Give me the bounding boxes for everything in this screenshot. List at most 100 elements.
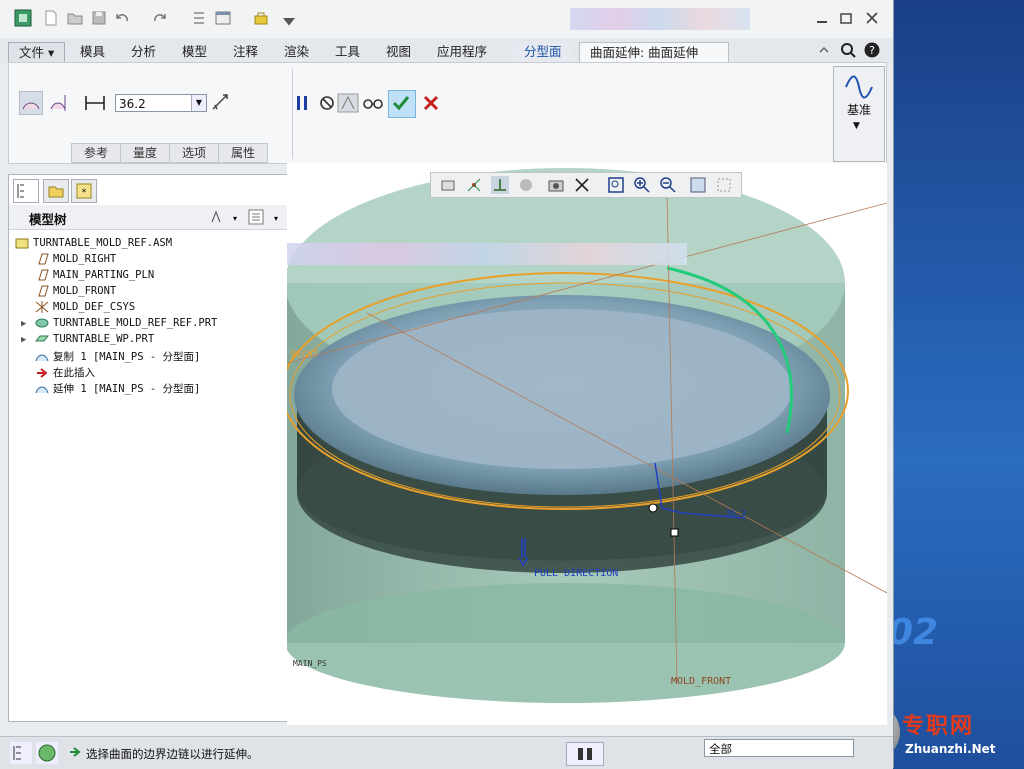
tree-item-extend-1[interactable]: 延伸 1 [MAIN_PS - 分型面]	[35, 381, 200, 397]
datum-plane-icon	[35, 253, 49, 265]
show-browser-icon[interactable]	[36, 742, 58, 764]
display-style-icon[interactable]	[573, 176, 591, 194]
surface-icon	[35, 383, 49, 395]
tab-file[interactable]: 文件 ▾	[8, 42, 66, 64]
ribbon-panel: 36.2 ▼ 参考 量度 选项 属性	[8, 62, 887, 164]
repaint-icon[interactable]	[689, 176, 707, 194]
dimension-label[interactable]: 36.2	[725, 509, 747, 519]
datum-display-icon[interactable]	[465, 176, 483, 194]
find-icon[interactable]	[566, 742, 604, 766]
tab-mold[interactable]: 模具	[70, 42, 115, 62]
view-manager-icon[interactable]	[439, 176, 457, 194]
open-file-icon[interactable]	[66, 9, 84, 27]
flip-direction-icon[interactable]	[209, 91, 233, 115]
zoom-fit-icon[interactable]	[607, 176, 625, 194]
tree-settings-icon[interactable]: ▾	[209, 208, 239, 226]
search-icon[interactable]	[840, 42, 856, 58]
close-icon[interactable]	[864, 10, 880, 26]
distance-dropdown-icon: ▼	[191, 95, 206, 111]
cancel-button[interactable]	[419, 91, 443, 115]
surface-extend-same-icon[interactable]	[18, 90, 44, 116]
view-toolbar	[430, 172, 742, 198]
tab-view[interactable]: 视图	[376, 42, 421, 62]
expand-icon[interactable]: ▶	[21, 335, 26, 345]
collapse-ribbon-icon[interactable]	[816, 42, 832, 58]
pause-icon[interactable]	[290, 91, 314, 115]
watermark-text: 专职网	[902, 714, 975, 739]
tree-item-copy-1[interactable]: 复制 1 [MAIN_PS - 分型面]	[35, 349, 200, 365]
distance-input[interactable]: 36.2 ▼	[115, 94, 207, 112]
regenerate-icon[interactable]	[190, 9, 208, 27]
help-icon[interactable]: ?	[864, 42, 880, 58]
datum-panel-button[interactable]: 基准 ▼	[833, 66, 885, 162]
tab-surface-extend[interactable]: 曲面延伸: 曲面延伸	[579, 42, 729, 63]
graphics-viewport[interactable]: PULL DIRECTION MOLD_FRONT RIGHT 36.2 MAI…	[287, 163, 887, 725]
customize-toolbar-icon[interactable]	[280, 12, 295, 26]
tree-item-assembly[interactable]: TURNTABLE_MOLD_REF.ASM	[15, 237, 172, 253]
tab-applications[interactable]: 应用程序	[427, 42, 497, 62]
show-navigator-icon[interactable]	[10, 742, 32, 764]
workpiece-icon	[34, 333, 50, 345]
subtab-properties[interactable]: 属性	[218, 143, 268, 163]
datum-plane-icon	[35, 285, 49, 297]
datum-curve-icon	[844, 73, 874, 99]
zoom-out-icon[interactable]	[659, 176, 677, 194]
model-tree-title: 模型树	[29, 212, 67, 227]
tree-item-ref-part[interactable]: ▶ TURNTABLE_MOLD_REF_REF.PRT	[21, 317, 217, 333]
tab-model[interactable]: 模型	[172, 42, 217, 62]
watermark-url: Zhuanzhi.Net	[905, 742, 996, 756]
svg-text:▾: ▾	[233, 214, 237, 223]
svg-text:▾: ▾	[274, 214, 278, 223]
restore-icon[interactable]	[838, 10, 854, 26]
tab-favorites[interactable]: *	[71, 179, 97, 203]
saved-views-icon[interactable]	[547, 176, 565, 194]
subtab-references[interactable]: 参考	[71, 143, 121, 163]
tab-annotate[interactable]: 注释	[223, 42, 268, 62]
tab-parting-surface[interactable]: 分型面	[514, 42, 572, 62]
preview-icon[interactable]	[336, 91, 360, 115]
redo-icon[interactable]	[150, 9, 168, 27]
tab-tools[interactable]: 工具	[325, 42, 370, 62]
insert-here-arrow-icon	[35, 367, 49, 379]
tab-model-tree[interactable]	[13, 179, 39, 203]
surface-extend-to-plane-icon[interactable]	[47, 91, 71, 115]
selection-filter[interactable]: 全部	[704, 739, 854, 757]
surface-tag-label: MAIN_PS	[293, 659, 327, 668]
datum-dropdown-icon: ▼	[853, 121, 860, 131]
tab-render[interactable]: 渲染	[274, 42, 319, 62]
svg-text:*: *	[82, 188, 87, 198]
subtab-options[interactable]: 选项	[169, 143, 219, 163]
undo-icon[interactable]	[114, 9, 132, 27]
tree-item-main-parting-pln[interactable]: MAIN_PARTING_PLN	[35, 269, 154, 285]
tab-analysis[interactable]: 分析	[121, 42, 166, 62]
mold-front-label: MOLD_FRONT	[671, 676, 732, 687]
tree-item-mold-def-csys[interactable]: MOLD_DEF_CSYS	[35, 301, 135, 317]
tree-item-mold-right[interactable]: MOLD_RIGHT	[35, 253, 116, 269]
tree-item-workpiece[interactable]: ▶ TURNTABLE_WP.PRT	[21, 333, 154, 349]
tab-folder-browser[interactable]	[43, 179, 69, 203]
verify-glasses-icon[interactable]	[361, 91, 385, 115]
expand-icon[interactable]: ▶	[21, 319, 26, 329]
tree-item-insert-here[interactable]: 在此插入	[35, 365, 95, 381]
layer-visibility-icon[interactable]	[715, 176, 733, 194]
close-window-icon[interactable]	[252, 9, 270, 27]
ok-button[interactable]	[388, 90, 416, 118]
zoom-in-icon[interactable]	[633, 176, 651, 194]
windows-icon[interactable]	[214, 9, 232, 27]
ribbon-tabs: 文件 ▾ 模具 分析 模型 注释 渲染 工具 视图 应用程序 分型面 曲面延伸:…	[0, 38, 893, 64]
new-file-icon[interactable]	[42, 9, 60, 27]
show-tree-columns-icon[interactable]: ▾	[247, 208, 281, 226]
redacted-title	[570, 8, 750, 30]
spin-center-icon[interactable]	[491, 176, 509, 194]
annotation-display-icon[interactable]	[517, 176, 535, 194]
save-icon[interactable]	[90, 9, 108, 27]
tree-item-mold-front[interactable]: MOLD_FRONT	[35, 285, 116, 301]
model-tree-header: 模型树 ▾ ▾	[9, 205, 287, 230]
minimize-icon[interactable]	[814, 10, 830, 26]
svg-text:?: ?	[869, 44, 875, 57]
mold-right-label: RIGHT	[291, 350, 319, 360]
app-icon	[14, 9, 32, 27]
status-message: 选择曲面的边界边链以进行延伸。	[86, 747, 259, 761]
subtab-measurements[interactable]: 量度	[120, 143, 170, 163]
app-window: 文件 ▾ 模具 分析 模型 注释 渲染 工具 视图 应用程序 分型面 曲面延伸:…	[0, 0, 894, 769]
